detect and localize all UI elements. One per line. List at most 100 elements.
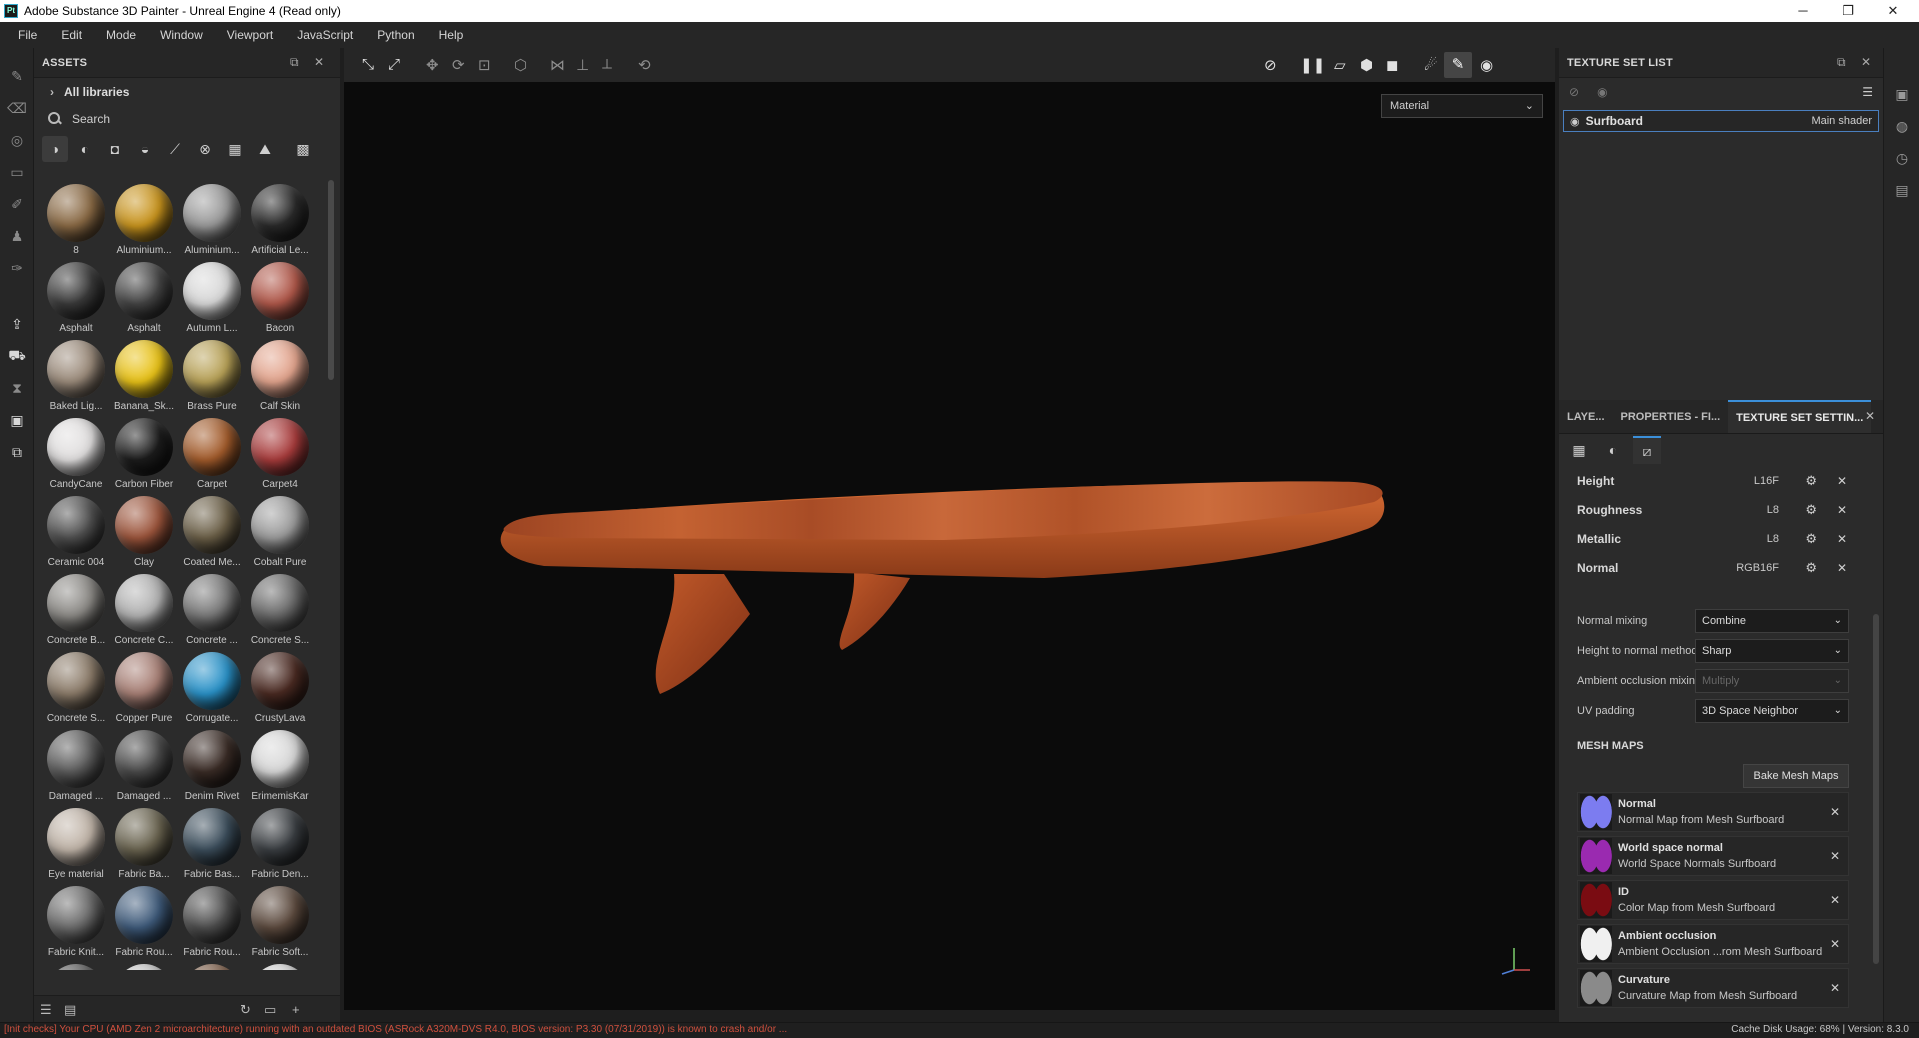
shader-settings-icon[interactable]: ◍ [1884, 110, 1919, 142]
layers-stack-icon[interactable]: ⧉ [0, 436, 34, 468]
smart-materials-filter-icon[interactable]: ◐ [72, 136, 98, 162]
channel-format[interactable]: L8 [1767, 504, 1779, 516]
asset-thumbnail[interactable]: Carpet4 [246, 414, 314, 492]
asset-thumbnail[interactable]: Banana_Sk... [110, 336, 178, 414]
channel-format[interactable]: L16F [1754, 475, 1779, 487]
close-window-button[interactable]: ✕ [1871, 0, 1915, 22]
list-view-icon[interactable]: ☰ [40, 1002, 52, 1018]
asset-thumbnail[interactable]: Copper Pure [110, 648, 178, 726]
bake-icon[interactable]: ⛟ [0, 340, 34, 372]
maximize-button[interactable]: ❐ [1826, 0, 1870, 22]
settings-scrollbar[interactable] [1873, 614, 1879, 964]
materials-filter-icon[interactable]: ◑ [42, 136, 68, 162]
assets-scrollbar[interactable] [328, 180, 334, 380]
channel-format[interactable]: RGB16F [1736, 562, 1779, 574]
visibility-eye-icon[interactable]: ◉ [1570, 115, 1580, 128]
3d-viewport[interactable]: Material ⌄ [344, 82, 1555, 1010]
menu-python[interactable]: Python [365, 22, 426, 48]
filters-filter-icon[interactable]: ◒ [132, 136, 158, 162]
projection-icon[interactable]: ◎ [0, 124, 34, 156]
asset-thumbnail[interactable]: Fabric Ba... [110, 804, 178, 882]
refresh-icon[interactable]: ↻ [240, 1002, 251, 1018]
tab-layers[interactable]: LAYE... [1559, 400, 1613, 433]
uv-padding-select[interactable]: 3D Space Neighbor ⌄ [1695, 699, 1849, 723]
menu-javascript[interactable]: JavaScript [285, 22, 365, 48]
2d-view-icon[interactable]: ▱ [1334, 56, 1346, 74]
hide-ui-icon[interactable]: ⊘ [1264, 56, 1277, 74]
tab-properties[interactable]: PROPERTIES - FI... [1613, 400, 1729, 433]
remove-icon[interactable]: ✕ [1837, 474, 1847, 488]
asset-thumbnail[interactable]: Fabric Rou... [110, 882, 178, 960]
import-icon[interactable]: ▤ [64, 1002, 76, 1018]
menu-mode[interactable]: Mode [94, 22, 148, 48]
asset-thumbnail[interactable]: Calf Skin [246, 336, 314, 414]
iray-icon[interactable]: ☄ [1424, 56, 1437, 74]
gear-icon[interactable]: ⚙ [1805, 473, 1817, 489]
selection-tool-icon[interactable]: ⤡ [362, 56, 374, 73]
mesh-map-slot[interactable]: Normal Normal Map from Mesh Surfboard ✕ [1577, 792, 1849, 832]
all-libraries-row[interactable]: › All libraries [34, 78, 340, 106]
close-icon[interactable]: ✕ [1861, 55, 1871, 69]
remove-icon[interactable]: ✕ [1837, 561, 1847, 575]
clone-stamp-icon[interactable]: ♟ [0, 220, 34, 252]
shelf-icon[interactable]: ⧗ [0, 372, 34, 404]
asset-thumbnail[interactable]: Carpet [178, 414, 246, 492]
mesh-map-slot[interactable]: Ambient occlusion Ambient Occlusion ...ro… [1577, 924, 1849, 964]
mesh-map-slot[interactable]: World space normal World Space Normals Su… [1577, 836, 1849, 876]
menu-icon[interactable]: ☰ [1862, 85, 1873, 99]
gear-icon[interactable]: ⚙ [1805, 502, 1817, 518]
float-panel-icon[interactable]: ⧉ [1837, 55, 1846, 70]
normal-mixing-select[interactable]: Combine ⌄ [1695, 609, 1849, 633]
asset-thumbnail[interactable]: Coated Me... [178, 492, 246, 570]
asset-thumbnail[interactable]: Fabric Bas... [178, 804, 246, 882]
uv-tab-icon[interactable]: ⧄ [1633, 436, 1661, 464]
close-icon[interactable]: ✕ [314, 55, 324, 69]
mesh-map-slot[interactable]: ID Color Map from Mesh Surfboard ✕ [1577, 880, 1849, 920]
cube-icon[interactable]: ⬡ [514, 56, 527, 74]
asset-thumbnail[interactable]: Aluminium... [178, 180, 246, 258]
asset-thumbnail[interactable]: Ceramic 004 [42, 492, 110, 570]
brushes-filter-icon[interactable]: ⟋ [162, 136, 188, 162]
asset-thumbnail[interactable]: Baked Lig... [42, 336, 110, 414]
search-input[interactable] [72, 112, 292, 126]
asset-thumbnail[interactable]: Denim Rivet [178, 726, 246, 804]
asset-thumbnail[interactable]: Cobalt Pure [246, 492, 314, 570]
asset-thumbnail[interactable] [246, 960, 314, 970]
viewer-settings-icon[interactable]: ▣ [1884, 78, 1919, 110]
asset-thumbnail[interactable]: Bacon [246, 258, 314, 336]
asset-thumbnail[interactable]: Aluminium... [110, 180, 178, 258]
surfboard-model[interactable] [344, 82, 1555, 1010]
asset-thumbnail[interactable]: Concrete B... [42, 570, 110, 648]
asset-thumbnail[interactable]: ErimemisKar [246, 726, 314, 804]
move-icon[interactable]: ✥ [426, 56, 439, 74]
grid-view-icon[interactable]: ▩ [290, 136, 316, 162]
asset-thumbnail[interactable] [178, 960, 246, 970]
log-icon[interactable]: ▤ [1884, 174, 1919, 206]
asset-thumbnail[interactable]: 8 [42, 180, 110, 258]
asset-thumbnail[interactable]: Fabric Soft... [246, 882, 314, 960]
scale-icon[interactable]: ⊡ [478, 56, 491, 74]
remove-icon[interactable]: ✕ [1830, 981, 1840, 995]
export-icon[interactable]: ⇪ [0, 308, 34, 340]
asset-thumbnail[interactable]: Artificial Le... [246, 180, 314, 258]
screenshot-icon[interactable]: ◉ [1480, 56, 1493, 74]
history-icon[interactable]: ◷ [1884, 142, 1919, 174]
texture-set-shader[interactable]: Main shader [1811, 115, 1872, 127]
particles-filter-icon[interactable]: ⊗ [192, 136, 218, 162]
remove-icon[interactable]: ✕ [1830, 805, 1840, 819]
asset-thumbnail[interactable] [42, 960, 110, 970]
menu-edit[interactable]: Edit [49, 22, 94, 48]
asset-thumbnail[interactable]: Eye material [42, 804, 110, 882]
tab-texture-set-settings[interactable]: TEXTURE SET SETTIN... [1728, 400, 1872, 433]
align-icon[interactable]: ⊥ [576, 56, 589, 74]
smart-masks-filter-icon[interactable]: ◘ [102, 136, 128, 162]
asset-thumbnail[interactable]: Damaged ... [42, 726, 110, 804]
bake-mesh-maps-button[interactable]: Bake Mesh Maps [1743, 764, 1849, 788]
asset-thumbnail[interactable]: Autumn L... [178, 258, 246, 336]
asset-thumbnail[interactable]: Carbon Fiber [110, 414, 178, 492]
asset-thumbnail[interactable]: Brass Pure [178, 336, 246, 414]
asset-thumbnail[interactable]: Fabric Knit... [42, 882, 110, 960]
gear-icon[interactable]: ⚙ [1805, 560, 1817, 576]
asset-thumbnail[interactable]: Fabric Den... [246, 804, 314, 882]
asset-thumbnail[interactable]: CrustyLava [246, 648, 314, 726]
